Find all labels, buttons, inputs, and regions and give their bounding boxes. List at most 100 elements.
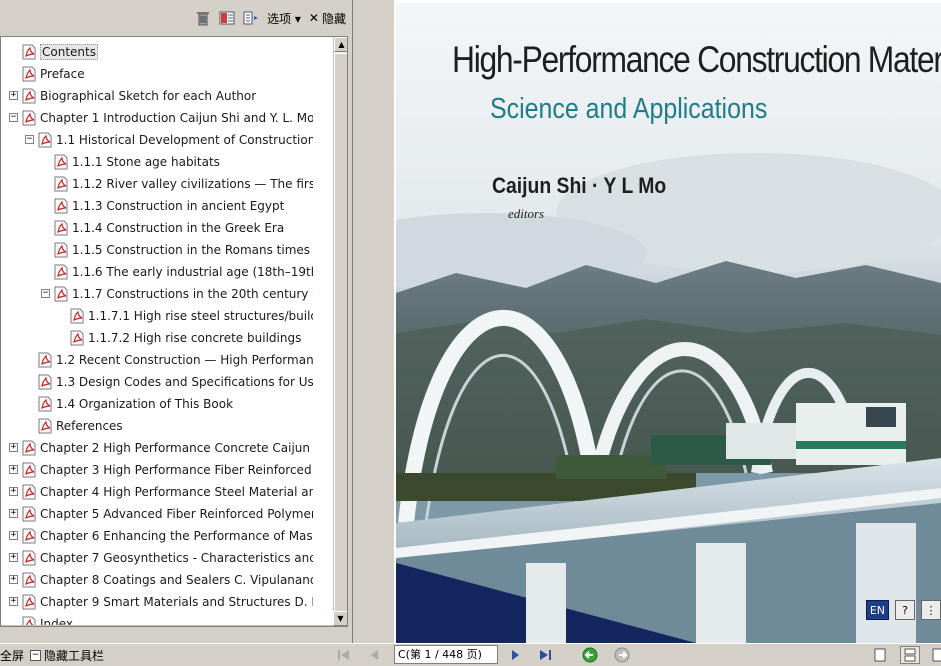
bookmark-item[interactable]: 1.1.3 Construction in ancient Egypt — [53, 195, 313, 217]
bookmark-item[interactable]: Chapter 8 Coatings and Sealers C. Vipula… — [21, 569, 313, 591]
pdf-bookmark-icon — [53, 242, 69, 258]
bookmark-item[interactable]: Chapter 7 Geosynthetics - Characteristic… — [21, 547, 313, 569]
trash-icon[interactable] — [195, 10, 211, 26]
bookmark-item[interactable]: Chapter 6 Enhancing the Performance of M… — [21, 525, 313, 547]
more-button[interactable]: ⋮ — [921, 600, 941, 620]
collapse-icon[interactable]: − — [41, 289, 50, 298]
bookmark-item[interactable]: Chapter 1 Introduction Caijun Shi and Y.… — [21, 107, 313, 129]
go-forward-button[interactable] — [612, 646, 632, 664]
bookmark-label: Chapter 8 Coatings and Sealers C. Vipula… — [40, 573, 313, 587]
list-options-icon[interactable] — [243, 10, 259, 26]
collapse-icon[interactable]: − — [9, 113, 18, 122]
expand-icon[interactable]: + — [9, 553, 18, 562]
bookmark-item[interactable]: 1.1.7.2 High rise concrete buildings — [69, 327, 313, 349]
expand-icon[interactable]: + — [9, 531, 18, 540]
scroll-thumb[interactable] — [334, 53, 347, 613]
pdf-bookmark-icon — [53, 286, 69, 302]
bookmark-item[interactable]: 1.1.2 River valley civilizations — The f… — [53, 173, 313, 195]
bookmark-item[interactable]: Chapter 2 High Performance Concrete Caij… — [21, 437, 313, 459]
bookmark-item[interactable]: Chapter 3 High Performance Fiber Reinfor… — [21, 459, 313, 481]
bookmark-item[interactable]: 1.1.6 The early industrial age (18th–19t… — [53, 261, 313, 283]
pdf-bookmark-icon — [21, 506, 37, 522]
bookmark-label: Chapter 9 Smart Materials and Structures… — [40, 595, 313, 609]
pdf-reader-window: 选项 ▾ ✕ 隐藏 Contents Preface + Biographical S… — [0, 0, 941, 666]
previous-page-button[interactable] — [364, 646, 384, 664]
bookmark-item[interactable]: References — [37, 415, 313, 437]
bookmark-item[interactable]: 1.1.5 Construction in the Romans times — [53, 239, 313, 261]
bookmark-item[interactable]: Biographical Sketch for each Author — [21, 85, 313, 107]
bookmark-item[interactable]: Preface — [21, 63, 313, 85]
bookmark-item[interactable]: 1.3 Design Codes and Specifications for … — [37, 371, 313, 393]
checkbox-icon: − — [30, 650, 41, 661]
fullscreen-button[interactable]: 全屏 — [0, 647, 24, 664]
scroll-thumb-horizontal[interactable] — [17, 626, 317, 627]
cover-subtitle: Science and Applications — [490, 93, 768, 125]
collapse-icon[interactable]: − — [25, 135, 34, 144]
help-button[interactable]: ? — [895, 600, 915, 620]
next-page-button[interactable] — [506, 646, 526, 664]
pdf-bookmark-icon — [21, 594, 37, 610]
go-back-button[interactable] — [580, 646, 600, 664]
bookmark-label: Chapter 1 Introduction Caijun Shi and Y.… — [40, 111, 313, 125]
last-page-button[interactable] — [536, 646, 556, 664]
bookmark-item[interactable]: 1.1.7.1 High rise steel structures/build… — [69, 305, 313, 327]
bookmark-item[interactable]: 1.4 Organization of This Book — [37, 393, 313, 415]
status-bar: 全屏 − 隐藏工具栏 C(第 1 / 448 页) — [0, 643, 941, 666]
pdf-bookmark-icon — [21, 440, 37, 456]
pane-splitter[interactable] — [352, 0, 394, 643]
bookmark-label: References — [56, 419, 123, 433]
bookmark-item[interactable]: 1.1.7 Constructions in the 20th century … — [53, 283, 313, 305]
first-page-button[interactable] — [334, 646, 354, 664]
expand-icon[interactable]: + — [9, 487, 18, 496]
bookmark-label: 1.1 Historical Development of Constructi… — [56, 133, 313, 147]
fullscreen-label: 全屏 — [0, 649, 25, 663]
bookmark-label: Chapter 4 High Performance Steel Materia… — [40, 485, 313, 499]
bookmark-panel-icon[interactable] — [219, 10, 235, 26]
bookmark-label: Chapter 2 High Performance Concrete Caij… — [40, 441, 313, 455]
options-menu-button[interactable]: 选项 ▾ — [267, 10, 301, 27]
bookmark-item[interactable]: Chapter 5 Advanced Fiber Reinforced Poly… — [21, 503, 313, 525]
pdf-bookmark-icon — [21, 572, 37, 588]
pdf-bookmark-icon — [53, 198, 69, 214]
facing-view-icon[interactable] — [928, 646, 941, 664]
pdf-bookmark-icon — [21, 44, 37, 60]
scroll-down-button[interactable]: ▼ — [333, 611, 347, 626]
vertical-scrollbar[interactable]: ▲ ▼ — [333, 37, 347, 613]
pdf-bookmark-icon — [37, 418, 53, 434]
bookmark-item[interactable]: Chapter 9 Smart Materials and Structures… — [21, 591, 313, 613]
document-page-view[interactable]: High-Performance Construction Materials … — [394, 0, 941, 643]
bookmark-item[interactable]: Contents — [21, 41, 313, 63]
page-number-field[interactable]: C(第 1 / 448 页) — [394, 645, 498, 664]
expand-icon[interactable]: + — [9, 575, 18, 584]
scroll-left-button[interactable]: ◀ — [1, 626, 16, 627]
continuous-view-icon[interactable] — [900, 646, 920, 664]
language-indicator[interactable]: EN — [865, 600, 889, 620]
expand-icon[interactable]: + — [9, 597, 18, 606]
hide-panel-button[interactable]: ✕ 隐藏 — [309, 10, 346, 27]
cover-editors-label: editors — [508, 206, 545, 221]
expand-icon[interactable]: + — [9, 509, 18, 518]
bookmark-item[interactable]: 1.2 Recent Construction — High Performan… — [37, 349, 313, 371]
bookmark-label: Chapter 7 Geosynthetics - Characteristic… — [40, 551, 313, 565]
bookmark-item[interactable]: 1.1 Historical Development of Constructi… — [37, 129, 313, 151]
bookmark-item[interactable]: 1.1.4 Construction in the Greek Era — [53, 217, 313, 239]
pdf-bookmark-icon — [69, 330, 85, 346]
bookmark-label: 1.1.2 River valley civilizations — The f… — [72, 177, 313, 191]
cover-authors: Caijun Shi · Y L Mo — [492, 173, 667, 198]
bookmark-item[interactable]: 1.1.1 Stone age habitats — [53, 151, 313, 173]
bookmark-label: 1.1.7.1 High rise steel structures/build… — [88, 309, 313, 323]
horizontal-scrollbar[interactable]: ◀ ▶ — [1, 625, 333, 627]
hide-toolbar-button[interactable]: − 隐藏工具栏 — [30, 647, 104, 664]
bookmark-item[interactable]: Chapter 4 High Performance Steel Materia… — [21, 481, 313, 503]
pdf-bookmark-icon — [37, 132, 53, 148]
scroll-right-button[interactable]: ▶ — [318, 626, 333, 627]
pdf-bookmark-icon — [21, 66, 37, 82]
scroll-up-button[interactable]: ▲ — [334, 37, 347, 52]
expand-icon[interactable]: + — [9, 91, 18, 100]
single-page-view-icon[interactable] — [870, 646, 890, 664]
expand-icon[interactable]: + — [9, 443, 18, 452]
pdf-bookmark-icon — [21, 550, 37, 566]
bookmark-panel: 选项 ▾ ✕ 隐藏 Contents Preface + Biographical S… — [0, 0, 352, 643]
pdf-bookmark-icon — [53, 264, 69, 280]
expand-icon[interactable]: + — [9, 465, 18, 474]
